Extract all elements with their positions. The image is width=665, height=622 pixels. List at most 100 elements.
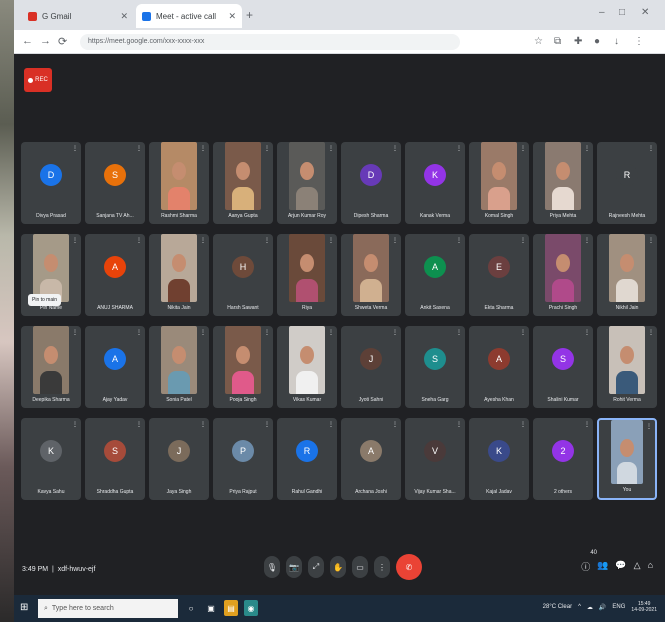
back-icon[interactable]: ← <box>22 35 33 47</box>
more-options-button[interactable]: ⋮ <box>374 556 390 578</box>
more-options-icon[interactable]: ⋮ <box>456 421 462 428</box>
forward-icon[interactable]: → <box>40 35 51 47</box>
more-options-icon[interactable]: ⋮ <box>136 145 142 152</box>
participant-tile[interactable]: K ⋮ Kanak Verma <box>405 142 465 224</box>
puzzle-icon[interactable]: ✚ <box>574 36 582 47</box>
close-tab-icon[interactable]: ✕ <box>228 11 236 22</box>
maximize-button[interactable]: □ <box>619 7 625 18</box>
participant-tile[interactable]: D ⋮ Divya Prasad <box>21 142 81 224</box>
more-options-icon[interactable]: ⋮ <box>328 145 334 152</box>
task-view-icon[interactable]: ▣ <box>204 600 218 616</box>
reload-icon[interactable]: ⟳ <box>58 35 67 48</box>
more-options-icon[interactable]: ⋮ <box>200 237 206 244</box>
more-options-icon[interactable]: ⋮ <box>520 145 526 152</box>
participant-tile[interactable]: S ⋮ Sanjana TV Ah... <box>85 142 145 224</box>
more-options-icon[interactable]: ⋮ <box>646 423 652 430</box>
more-options-icon[interactable]: ⋮ <box>200 421 206 428</box>
participant-tile[interactable]: D ⋮ Dipesh Sharma <box>341 142 401 224</box>
participant-tile[interactable]: ⋮ You <box>597 418 657 500</box>
participant-tile[interactable]: S ⋮ Shalini Kumar <box>533 326 593 408</box>
participant-tile[interactable]: ⋮ Rashmi Sharma <box>149 142 209 224</box>
more-options-icon[interactable]: ⋮ <box>584 421 590 428</box>
participant-tile[interactable]: H ⋮ Harsh Sawant <box>213 234 273 316</box>
more-options-icon[interactable]: ⋮ <box>520 329 526 336</box>
tab-meet[interactable]: Meet - active call ✕ <box>136 4 242 28</box>
present-button[interactable]: ▭ <box>352 556 368 578</box>
participant-tile[interactable]: ⋮ Rohit Verma <box>597 326 657 408</box>
more-options-icon[interactable]: ⋮ <box>328 329 334 336</box>
activities-icon[interactable]: △ <box>634 560 641 573</box>
more-options-icon[interactable]: ⋮ <box>520 237 526 244</box>
more-options-icon[interactable]: ⋮ <box>392 145 398 152</box>
chat-icon[interactable]: 💬 <box>615 560 626 573</box>
more-options-icon[interactable]: ⋮ <box>584 237 590 244</box>
more-options-icon[interactable]: ⋮ <box>200 329 206 336</box>
more-options-icon[interactable]: ⋮ <box>648 329 654 336</box>
participant-tile[interactable]: A ⋮ Ankit Saxena <box>405 234 465 316</box>
more-options-icon[interactable]: ⋮ <box>648 145 654 152</box>
tray-chevron-icon[interactable]: ^ <box>578 604 581 610</box>
new-tab-button[interactable]: + <box>246 8 253 22</box>
weather-text[interactable]: 28°C Clear <box>543 604 572 610</box>
host-controls-icon[interactable]: ⌂ <box>648 560 653 573</box>
more-options-icon[interactable]: ⋮ <box>264 421 270 428</box>
participant-tile[interactable]: R ⋮ Rajneesh Mehta <box>597 142 657 224</box>
more-options-icon[interactable]: ⋮ <box>456 237 462 244</box>
captions-button[interactable]: ⤢ <box>308 556 324 578</box>
more-options-icon[interactable]: ⋮ <box>136 421 142 428</box>
mic-button[interactable]: 🎙 <box>264 556 280 578</box>
camera-button[interactable]: 📷 <box>286 556 302 578</box>
more-options-icon[interactable]: ⋮ <box>136 329 142 336</box>
participant-tile[interactable]: ⋮ Arjun Kumar Roy <box>277 142 337 224</box>
more-options-icon[interactable]: ⋮ <box>456 329 462 336</box>
more-options-icon[interactable]: ⋮ <box>72 421 78 428</box>
participant-tile[interactable]: J ⋮ Jaya Singh <box>149 418 209 500</box>
participant-tile[interactable]: E ⋮ Ekta Sharma <box>469 234 529 316</box>
more-options-icon[interactable]: ⋮ <box>328 237 334 244</box>
cortana-icon[interactable]: ○ <box>184 600 198 616</box>
star-icon[interactable]: ☆ <box>534 36 543 47</box>
close-tab-icon[interactable]: ✕ <box>120 11 128 22</box>
clock[interactable]: 15:49 14-09-2021 <box>631 601 657 613</box>
more-options-icon[interactable]: ⋮ <box>584 145 590 152</box>
participant-tile[interactable]: J ⋮ Jyoti Sahni <box>341 326 401 408</box>
participant-tile[interactable]: A ⋮ Archana Joshi <box>341 418 401 500</box>
info-icon[interactable]: ⓘ <box>581 560 590 573</box>
onedrive-icon[interactable]: ☁ <box>587 604 593 611</box>
more-options-icon[interactable]: ⋮ <box>648 237 654 244</box>
participant-tile[interactable]: V ⋮ Vijay Kumar Sha... <box>405 418 465 500</box>
participant-tile[interactable]: ⋮ Vikas Kumar <box>277 326 337 408</box>
download-icon[interactable]: ↓ <box>614 36 619 47</box>
volume-icon[interactable]: 🔊 <box>599 604 606 611</box>
participant-tile[interactable]: ⋮ Aanya Gupta <box>213 142 273 224</box>
chrome-taskbar-icon[interactable]: ◉ <box>244 600 258 616</box>
file-explorer-icon[interactable]: ▤ <box>224 600 238 616</box>
more-options-icon[interactable]: ⋮ <box>72 145 78 152</box>
more-options-icon[interactable]: ⋮ <box>264 237 270 244</box>
language-indicator[interactable]: ENG <box>612 604 625 610</box>
more-options-icon[interactable]: ⋮ <box>584 329 590 336</box>
participant-tile[interactable]: ⋮ Pooja Singh <box>213 326 273 408</box>
participant-tile[interactable]: K ⋮ Kavya Sahu <box>21 418 81 500</box>
more-options-icon[interactable]: ⋮ <box>392 237 398 244</box>
participant-tile[interactable]: ⋮ Deepika Sharma <box>21 326 81 408</box>
more-options-icon[interactable]: ⋮ <box>200 145 206 152</box>
menu-icon[interactable]: ⋮ <box>634 36 644 47</box>
participant-tile[interactable]: P ⋮ Priya Rajput <box>213 418 273 500</box>
participant-tile[interactable]: ⋮ Prachi Singh <box>533 234 593 316</box>
more-options-icon[interactable]: ⋮ <box>456 145 462 152</box>
more-options-icon[interactable]: ⋮ <box>136 237 142 244</box>
close-window-button[interactable]: ✕ <box>641 7 649 18</box>
windows-start-icon[interactable]: ⊞ <box>20 602 28 613</box>
participant-tile[interactable]: A ⋮ Ajay Yadav <box>85 326 145 408</box>
participant-tile[interactable]: ⋮ Shweta Verma <box>341 234 401 316</box>
more-options-icon[interactable]: ⋮ <box>72 237 78 244</box>
participant-tile[interactable]: ⋮ Priya Mehta <box>533 142 593 224</box>
participant-tile[interactable]: ⋮ Nikita Jain <box>149 234 209 316</box>
participant-tile[interactable]: 2 ⋮ 2 others <box>533 418 593 500</box>
participant-tile[interactable]: ⋮ Riya <box>277 234 337 316</box>
url-input[interactable]: https://meet.google.com/xxx-xxxx-xxx <box>80 34 460 50</box>
participant-tile[interactable]: R ⋮ Rahul Gandhi <box>277 418 337 500</box>
participant-tile[interactable]: K ⋮ Kajal Jadav <box>469 418 529 500</box>
participant-tile[interactable]: ⋮ Komal Singh <box>469 142 529 224</box>
